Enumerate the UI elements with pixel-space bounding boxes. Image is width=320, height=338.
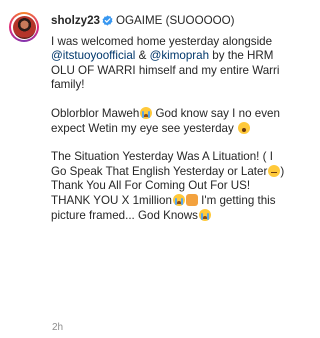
post-timestamp[interactable]: 2h — [52, 322, 63, 333]
crying-face-emoji-icon — [198, 208, 211, 221]
verified-badge-icon — [102, 15, 113, 31]
caption-paragraph-2: Oblorblor Maweh God know say I no even e… — [51, 106, 280, 135]
post-caption: sholzy23 OGAIME (SUOOOOO) I was welcomed … — [0, 0, 300, 338]
avatar-photo — [12, 15, 36, 39]
hushed-face-emoji-icon — [238, 121, 251, 134]
thinking-face-emoji-icon — [268, 164, 281, 177]
crying-face-emoji-icon — [172, 193, 185, 206]
crying-face-emoji-icon — [140, 106, 153, 119]
username-link[interactable]: sholzy23 — [51, 14, 100, 27]
caption-paragraph-3: The Situation Yesterday Was A Lituation!… — [51, 150, 285, 222]
caption-title: OGAIME (SUOOOOO) — [115, 14, 235, 27]
caption-paragraph-1: I was welcomed home yesterday alongside … — [51, 34, 280, 92]
caption-header: sholzy23 OGAIME (SUOOOOO) — [51, 14, 291, 31]
mention-link[interactable]: @kimoprah — [150, 49, 209, 62]
person-shrugging-emoji-icon — [185, 193, 198, 206]
caption-text: sholzy23 OGAIME (SUOOOOO) I was welcomed … — [51, 14, 291, 237]
avatar[interactable] — [9, 12, 39, 42]
mention-link[interactable]: @itstuoyoofficial — [51, 49, 135, 62]
